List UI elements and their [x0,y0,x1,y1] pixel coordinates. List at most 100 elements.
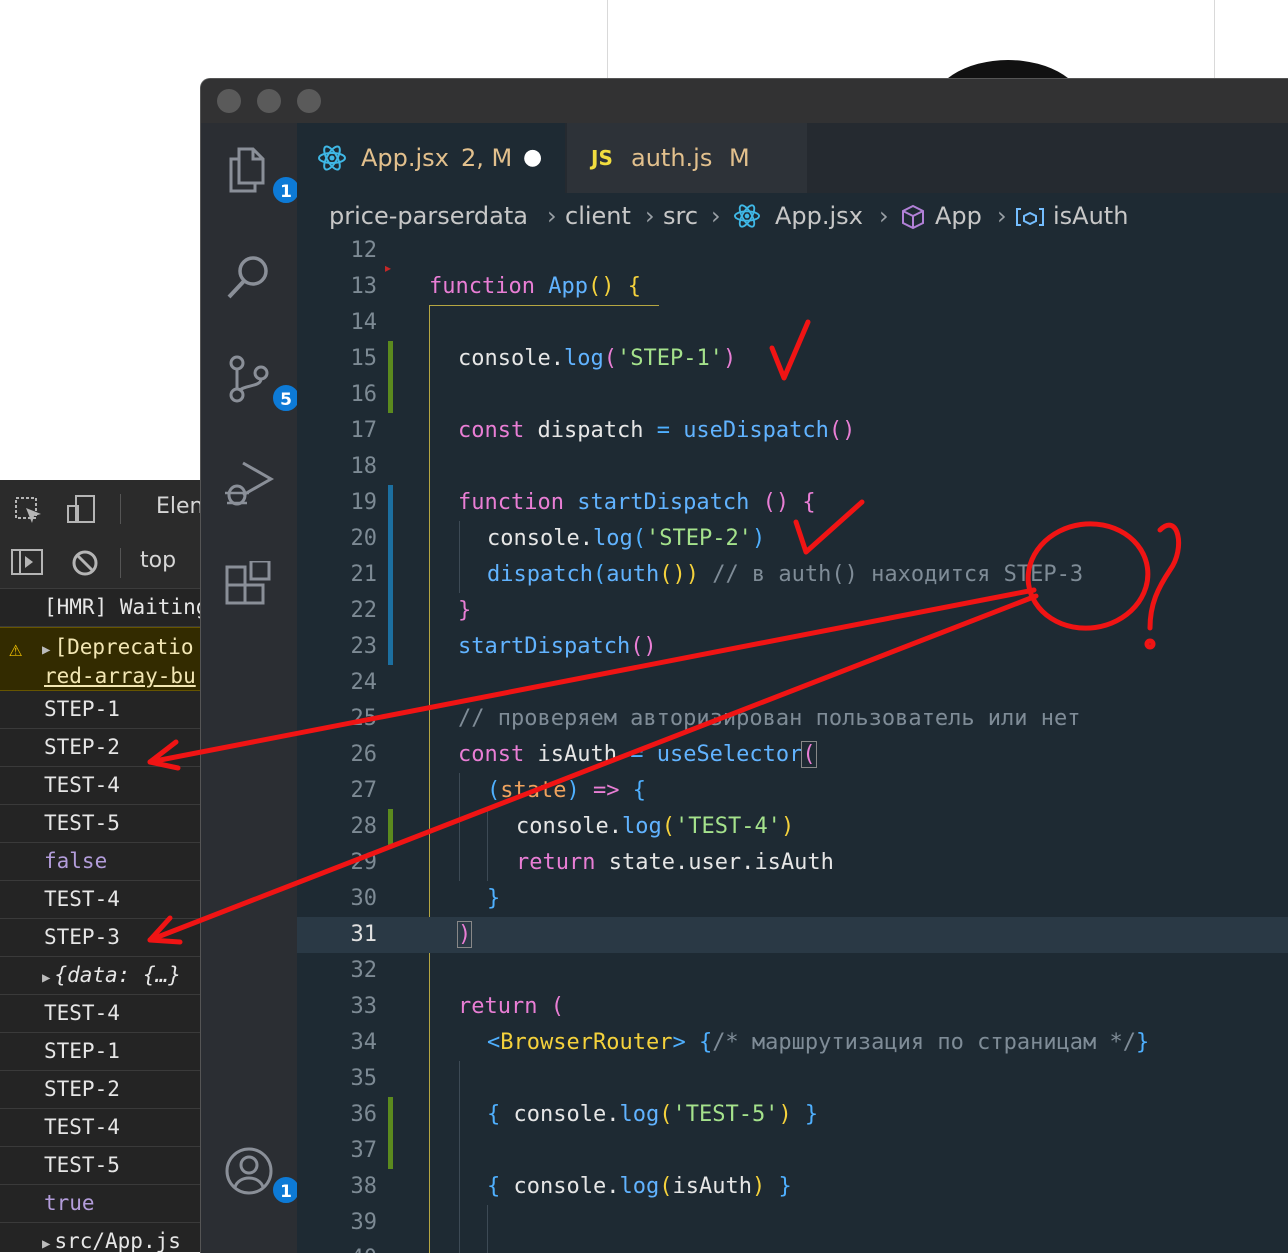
bracket: ( [592,562,607,587]
function-name: App [548,274,588,299]
line-number: 38 [350,1174,378,1199]
bracket: ( [659,1174,673,1199]
source-link[interactable]: src/App.js [54,1229,180,1252]
source-control-icon [229,355,269,403]
console-warning[interactable]: ⚠ ▶ [Deprecatio red-array-bu [0,627,205,691]
code-line: 35 [297,1061,1288,1097]
bracket: () [587,274,615,299]
bracket: () [828,418,856,443]
operator: . [550,346,564,371]
inspect-icon[interactable] [14,496,44,526]
code-line: 22} [297,593,1288,629]
context-selector[interactable]: top [140,548,176,573]
tag-bracket: < [487,1030,501,1055]
line-number: 18 [350,454,378,479]
code-line: 28 console.log('TEST-4') [297,809,1288,845]
tab-status: M [729,144,750,172]
code-editor[interactable]: ▸ 12 13 function App() { 14 15 console.log… [297,238,1288,1253]
line-number: 14 [350,310,378,335]
line-number: 37 [350,1138,378,1163]
line-number: 40 [297,1241,378,1253]
bracket: ) [722,346,737,371]
console-object[interactable]: ▶ src/App.js [0,1223,205,1252]
operator: = [630,742,644,767]
extensions-button[interactable] [223,559,275,613]
vscode-window: 1 5 1 App.jsx 2, M ● JS auth.js M price-… [200,78,1288,1253]
zoom-window-button[interactable] [297,89,321,113]
sidebar-toggle-icon[interactable] [10,548,44,576]
close-window-button[interactable] [217,89,241,113]
line-number: 30 [350,886,378,911]
code-line: 30} [297,881,1288,917]
code-line: 27 (state) => { [297,773,1288,809]
string: 'STEP-1' [616,346,723,371]
clear-console-icon[interactable] [70,548,100,578]
method: log [619,1174,660,1199]
console-message: STEP-2 [0,729,205,767]
identifier: state.user. [595,850,755,875]
tab-auth-js[interactable]: JS auth.js M [567,123,807,193]
operator: . [606,1174,620,1199]
bracket: } [487,886,501,911]
method: log [619,1102,660,1127]
line-number: 39 [350,1210,378,1235]
warning-link[interactable]: red-array-bu [44,663,205,689]
expand-triangle-icon[interactable]: ▶ [42,642,50,658]
method: log [563,346,604,371]
line-number: 34 [350,1030,378,1055]
code-line: 39 [297,1205,1288,1241]
line-number: 29 [350,850,378,875]
warning-text: [Deprecatio [54,635,194,659]
line-number: 17 [350,418,378,443]
accounts-button[interactable]: 1 [223,1145,301,1205]
method: log [621,814,662,839]
tab-app-jsx[interactable]: App.jsx 2, M ● [297,123,565,193]
files-icon [229,147,265,193]
explorer-button[interactable]: 1 [223,145,301,205]
identifier: isAuth [672,1174,752,1199]
identifier: dispatch [524,418,657,443]
variable-icon [1016,208,1044,226]
method: log [592,526,633,551]
operator: . [579,526,593,551]
code-line: 34 <BrowserRouter> {/* маршрутизация по с… [297,1025,1288,1061]
jsx-tag: BrowserRouter [500,1030,673,1055]
search-button[interactable] [223,251,275,303]
function-call: useDispatch [683,418,829,443]
unsaved-dot-icon[interactable]: ● [523,123,542,193]
line-number: 31 [350,922,378,947]
arrow-operator: => [579,778,620,803]
expand-triangle-icon[interactable]: ▶ [42,970,50,986]
search-icon [227,256,268,299]
expand-triangle-icon[interactable]: ▶ [42,1236,50,1252]
bracket: ( [537,994,564,1019]
string: 'TEST-4' [674,814,781,839]
console-message: TEST-4 [0,767,205,805]
console-message: STEP-1 [0,1033,205,1071]
bracket: { [789,490,816,515]
bracket: ()) [659,562,699,587]
device-icon[interactable] [66,494,98,526]
function-call: dispatch [487,562,593,587]
identifier: console [513,1174,607,1199]
elements-tab[interactable]: Elen [156,494,204,519]
source-control-button[interactable]: 5 [223,353,301,413]
minimize-window-button[interactable] [257,89,281,113]
settings-button[interactable] [223,1249,275,1253]
console-message: STEP-1 [0,691,205,729]
console-object[interactable]: ▶ {data: {…} [0,957,205,995]
code-line: 17 const dispatch = useDispatch() [297,413,1288,449]
line-number: 16 [350,382,378,407]
line-number: 26 [350,742,378,767]
code-line: 19 function startDispatch () { [297,485,1288,521]
code-line: 12 [297,233,1288,269]
string: 'STEP-2' [645,526,752,551]
code-line: 32 [297,953,1288,989]
run-debug-button[interactable] [223,457,275,509]
identifier: console [487,526,580,551]
line-number: 13 [350,274,378,299]
console-message: TEST-4 [0,1109,205,1147]
code-line: 20 console.log('STEP-2') [297,521,1288,557]
